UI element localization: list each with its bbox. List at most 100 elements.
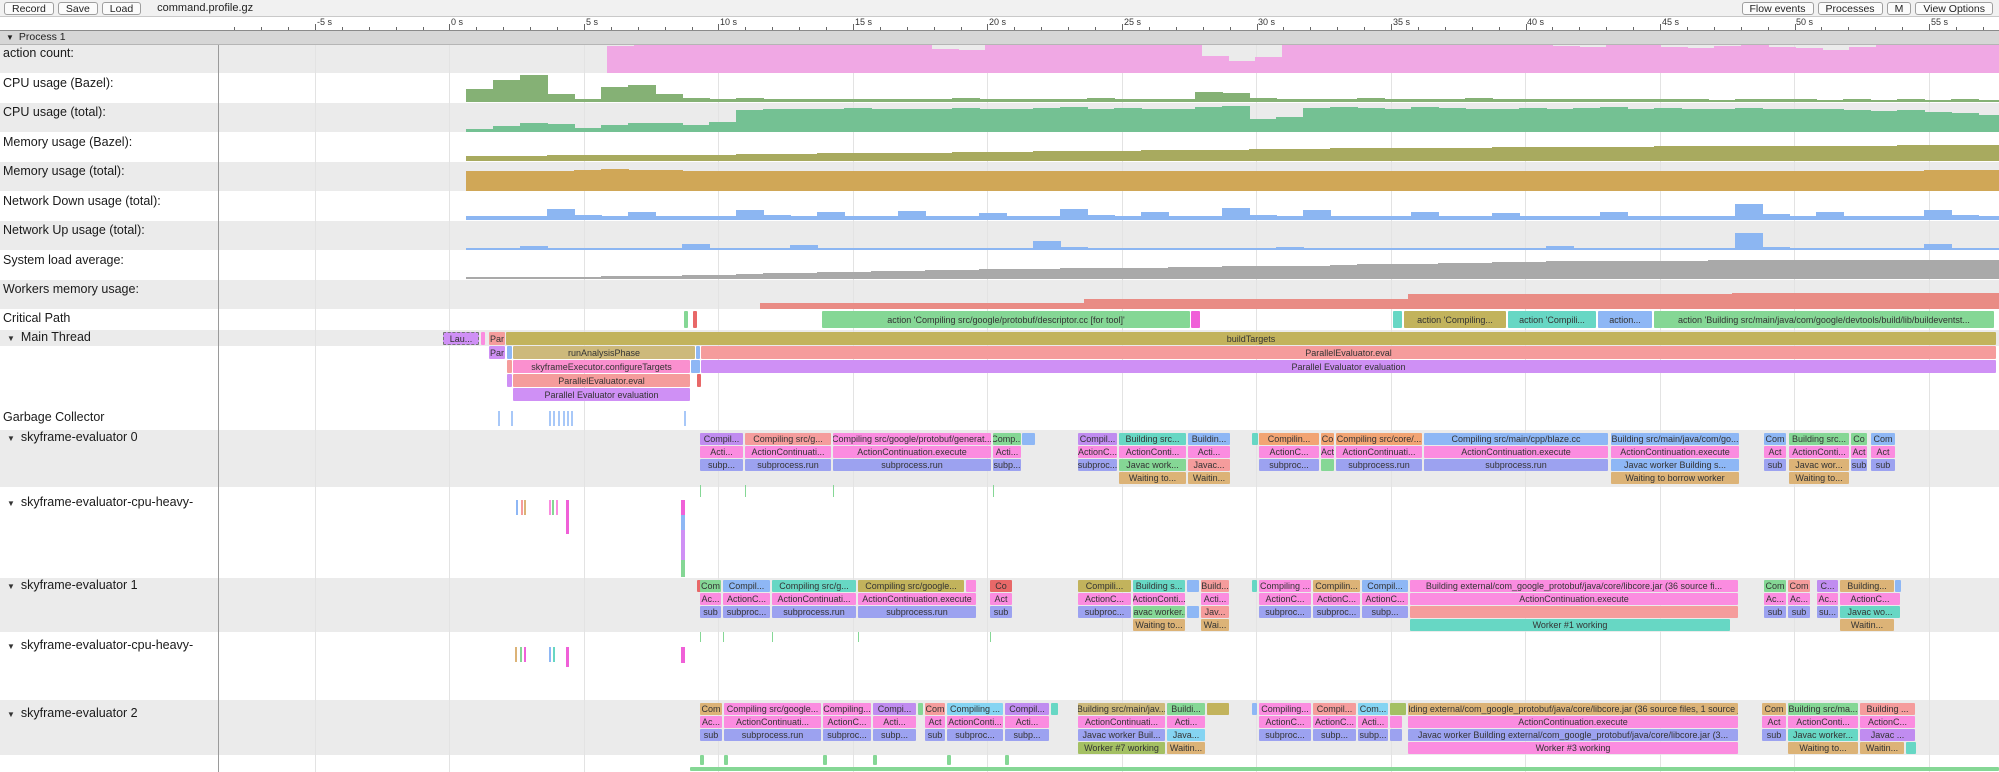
action-count-chart-bar[interactable] <box>1066 44 1094 73</box>
action-count-chart-bar[interactable] <box>1012 44 1040 73</box>
flow-events-button[interactable]: Flow events <box>1742 2 1814 15</box>
net-down-chart-bar[interactable] <box>628 212 656 220</box>
cpu-total-chart-bar[interactable] <box>1816 109 1844 132</box>
mem-bazel-chart-bar[interactable] <box>1924 145 1952 161</box>
sys-load-chart-bar[interactable] <box>1195 267 1223 279</box>
event-bar[interactable]: Acti... <box>993 446 1021 458</box>
mem-total-chart-bar[interactable] <box>1735 171 1763 191</box>
event-bar[interactable]: subprocess.run <box>1336 459 1422 471</box>
event-bar[interactable]: Javac worker Building s... <box>1611 459 1739 471</box>
event-bar[interactable]: ActionC... <box>1313 593 1360 605</box>
workers-mem-chart-bar[interactable] <box>1489 294 1517 309</box>
net-down-chart-bar[interactable] <box>1951 215 1979 220</box>
action-count-chart-bar[interactable] <box>1768 47 1796 73</box>
action-count-chart-bar[interactable] <box>1930 45 1958 73</box>
cpu-total-chart-bar[interactable] <box>628 123 656 132</box>
sys-load-chart-bar[interactable] <box>1060 268 1088 279</box>
net-down-chart-bar[interactable] <box>1627 216 1655 220</box>
mem-total-chart-bar[interactable] <box>1330 171 1358 191</box>
event-bar[interactable]: Building src... <box>1119 433 1186 445</box>
mem-bazel-chart-bar[interactable] <box>1060 151 1088 161</box>
event-bar[interactable]: Com <box>1871 433 1895 445</box>
net-down-chart-bar[interactable] <box>520 216 548 220</box>
mem-bazel-chart-bar[interactable] <box>1492 147 1520 161</box>
action-count-chart-bar[interactable] <box>958 50 986 73</box>
event-bar[interactable]: sub <box>1871 459 1895 471</box>
event-bar[interactable]: Compiling src/main/cpp/blaze.cc <box>1424 433 1608 445</box>
event-bar[interactable]: Building src/main/jav... <box>1078 703 1165 715</box>
sys-load-chart-bar[interactable] <box>1708 260 1736 279</box>
mem-bazel-chart-bar[interactable] <box>1897 145 1925 161</box>
event-bar[interactable]: Worker #1 working <box>1410 619 1730 631</box>
net-up-chart-bar[interactable] <box>1330 248 1358 250</box>
cpu-total-chart-bar[interactable] <box>682 125 710 132</box>
cpu-bazel-chart-bar[interactable] <box>574 99 602 102</box>
cpu-bazel-chart-bar[interactable] <box>1438 99 1466 102</box>
cpu-total-chart-bar[interactable] <box>952 108 980 132</box>
mem-bazel-chart-bar[interactable] <box>979 152 1007 161</box>
event-bar[interactable]: Com <box>1764 580 1786 592</box>
net-up-chart-bar[interactable] <box>736 248 764 250</box>
mem-bazel-chart-bar[interactable] <box>1708 146 1736 161</box>
net-up-chart-bar[interactable] <box>1789 248 1817 250</box>
cpu-total-chart-bar[interactable] <box>1762 109 1790 132</box>
event-bar[interactable]: buildTargets <box>506 332 1996 345</box>
mem-bazel-chart-bar[interactable] <box>1357 148 1385 161</box>
mem-bazel-chart-bar[interactable] <box>628 155 656 161</box>
sys-load-chart-bar[interactable] <box>871 271 899 279</box>
event-bar[interactable]: Build... <box>1201 580 1229 592</box>
event-bar[interactable]: ActionContinuation.execute <box>1408 716 1738 728</box>
cpu-bazel-chart-bar[interactable] <box>709 99 737 102</box>
mem-total-chart-bar[interactable] <box>520 171 548 191</box>
event-bar[interactable]: Compili... <box>1078 580 1131 592</box>
cpu-bazel-chart-bar[interactable] <box>628 85 656 102</box>
event-bar[interactable]: subprocess.run <box>724 729 821 741</box>
workers-mem-chart-bar[interactable] <box>1408 294 1436 309</box>
workers-mem-chart-bar[interactable] <box>1813 293 1841 309</box>
mem-total-chart-bar[interactable] <box>817 171 845 191</box>
sys-load-chart-bar[interactable] <box>1492 262 1520 279</box>
sys-load-chart-bar[interactable] <box>1843 260 1871 279</box>
mem-total-chart-bar[interactable] <box>979 171 1007 191</box>
net-up-chart-bar[interactable] <box>1006 248 1034 250</box>
event-tick[interactable] <box>549 647 551 662</box>
mem-bazel-chart-bar[interactable] <box>1303 149 1331 161</box>
sys-load-chart-bar[interactable] <box>682 275 710 279</box>
net-up-chart-bar[interactable] <box>1843 248 1871 250</box>
event-bar[interactable]: subproc... <box>823 729 871 741</box>
action-count-chart-bar[interactable] <box>1255 57 1283 73</box>
net-up-chart-bar[interactable] <box>1978 248 1999 250</box>
event-bar[interactable]: sub <box>1788 606 1810 618</box>
cpu-bazel-chart-bar[interactable] <box>736 98 764 102</box>
event-bar[interactable]: ActionC... <box>1259 716 1311 728</box>
net-down-chart-bar[interactable] <box>1384 216 1412 220</box>
net-up-chart-bar[interactable] <box>1114 248 1142 250</box>
event-bar[interactable] <box>481 332 485 345</box>
net-up-chart-bar[interactable] <box>790 245 818 250</box>
cpu-total-chart-bar[interactable] <box>1978 115 1999 132</box>
event-bar[interactable] <box>507 346 512 359</box>
net-down-chart-bar[interactable] <box>871 216 899 220</box>
net-down-chart-bar[interactable] <box>1006 216 1034 220</box>
net-down-chart-bar[interactable] <box>1168 216 1196 220</box>
sys-load-chart-bar[interactable] <box>601 276 629 279</box>
workers-mem-chart-bar[interactable] <box>922 303 950 309</box>
event-bar[interactable]: subp... <box>993 459 1021 471</box>
cpu-bazel-chart-bar[interactable] <box>1762 99 1790 102</box>
action-count-chart-bar[interactable] <box>1660 47 1688 73</box>
net-up-chart-bar[interactable] <box>574 248 602 250</box>
event-bar[interactable]: subp... <box>1358 729 1388 741</box>
event-bar[interactable] <box>947 755 951 765</box>
event-tick[interactable] <box>511 411 513 426</box>
event-bar[interactable]: Compil... <box>723 580 770 592</box>
cpu-bazel-chart-bar[interactable] <box>601 87 629 102</box>
event-bar[interactable] <box>1252 433 1258 445</box>
event-bar[interactable]: ActionContinuati... <box>745 446 831 458</box>
event-tick[interactable] <box>549 500 551 515</box>
event-bar[interactable] <box>691 360 700 373</box>
event-bar[interactable]: subprocess.run <box>772 606 856 618</box>
workers-mem-chart-bar[interactable] <box>1975 293 1999 309</box>
event-bar[interactable]: Waiting to borrow worker <box>1611 472 1739 484</box>
event-tick[interactable] <box>563 411 565 426</box>
workers-mem-chart-bar[interactable] <box>760 303 788 309</box>
